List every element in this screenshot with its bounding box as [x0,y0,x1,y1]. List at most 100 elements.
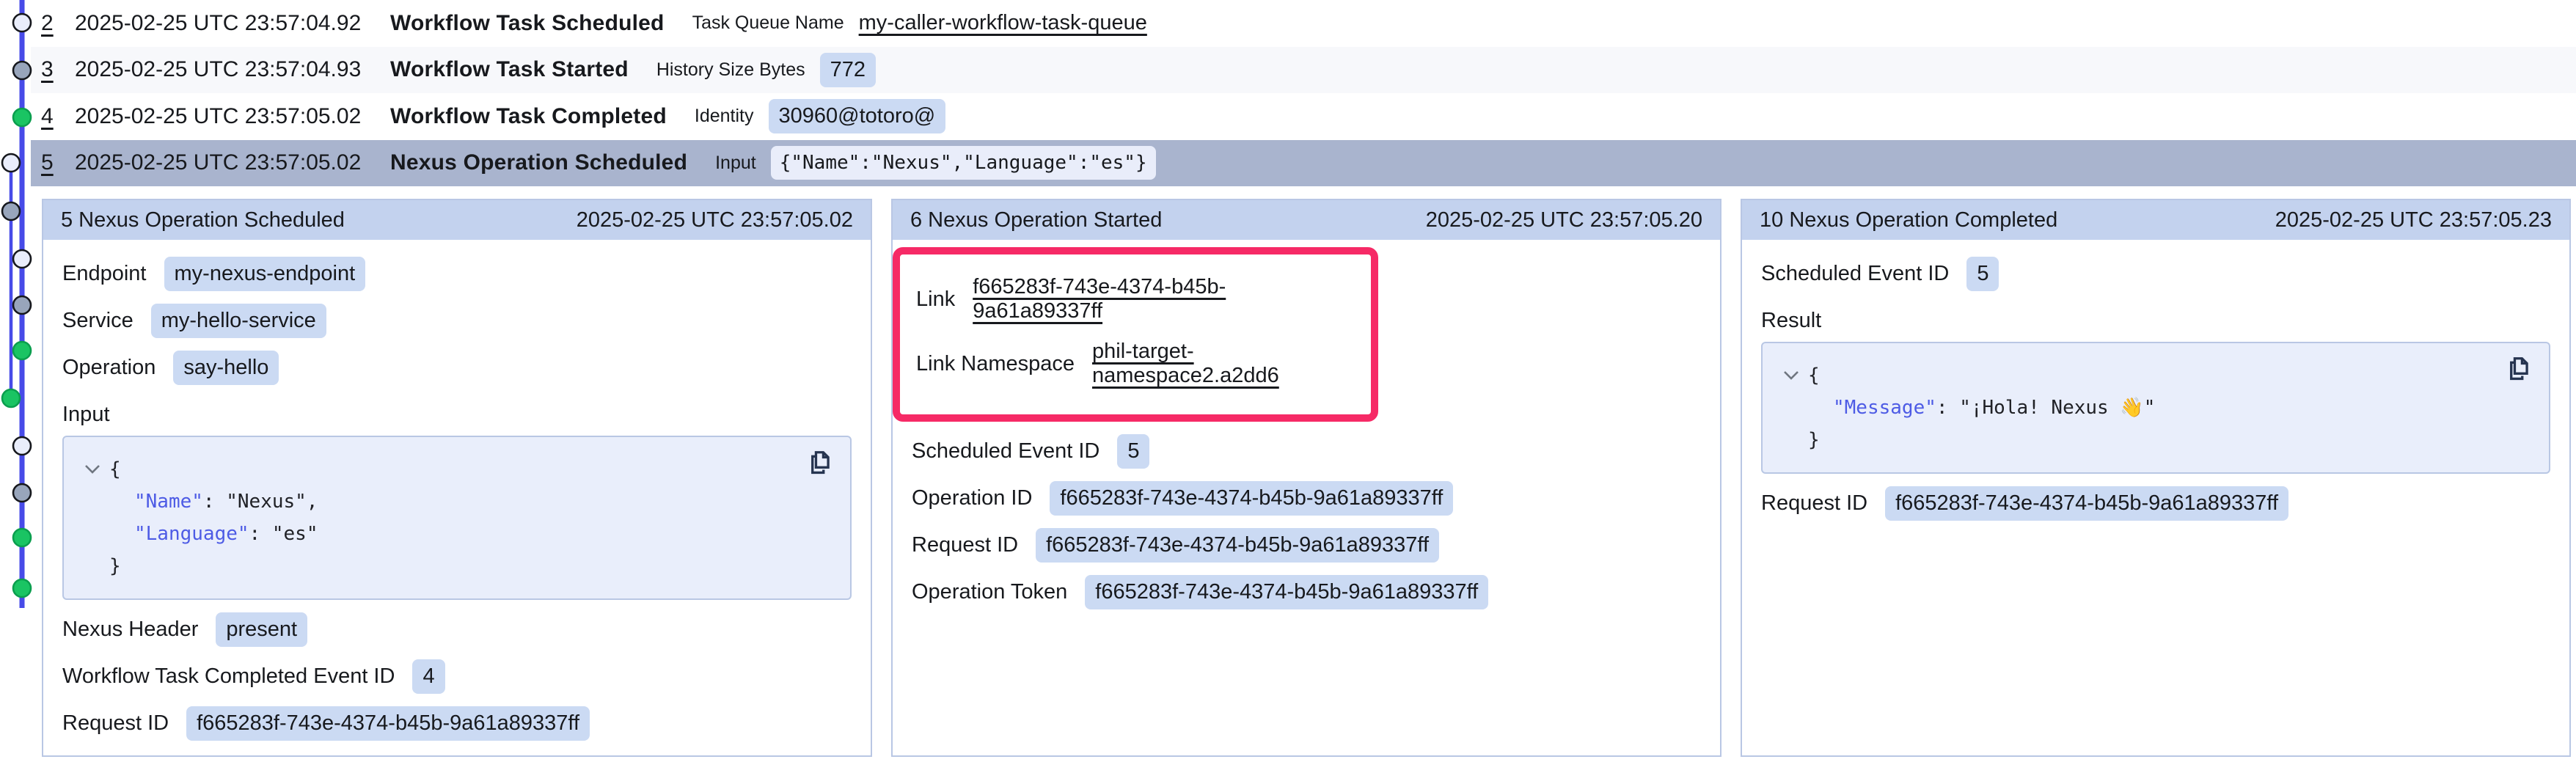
event-dot-green[interactable] [13,109,31,126]
event-dot-gray[interactable] [13,296,31,314]
event-dot-gray[interactable] [2,202,20,220]
field-row: Link f665283f-743e-4374-b45b-9a61a89337f… [916,275,1352,323]
field-label: Result [1761,309,1821,333]
field-row: Endpoint my-nexus-endpoint [62,257,852,291]
field-row: Nexus Header present [62,612,852,647]
event-detail-label: Identity [695,106,754,127]
chevron-down-icon[interactable] [83,463,102,476]
chevron-down-icon[interactable] [1782,369,1801,382]
json-brace: } [109,550,121,582]
event-timestamp: 2025-02-25 UTC 23:57:05.02 [75,104,390,129]
field-label: Operation [62,356,155,380]
event-dot-green[interactable] [13,342,31,359]
nexus-link[interactable]: f665283f-743e-4374-b45b-9a61a89337ff [973,275,1352,323]
link-namespace-link[interactable]: phil-target-namespace2.a2dd6 [1092,340,1352,388]
event-row-selected[interactable]: 5 2025-02-25 UTC 23:57:05.02 Nexus Opera… [31,140,2576,187]
panel-timestamp: 2025-02-25 UTC 23:57:05.02 [577,208,853,232]
event-detail-value-badge: 772 [820,53,876,87]
field-value-badge: 5 [1117,434,1149,469]
task-queue-link[interactable]: my-caller-workflow-task-queue [859,11,1147,35]
field-row: Operation say-hello [62,351,852,385]
event-row[interactable]: 2 2025-02-25 UTC 23:57:04.92 Workflow Ta… [31,0,2576,47]
field-row: Input [62,398,852,431]
panel-nexus-operation-scheduled: 5 Nexus Operation Scheduled 2025-02-25 U… [42,199,872,757]
copy-icon[interactable] [806,449,834,487]
panel-body: Scheduled Event ID 5 Result { "Message":… [1742,240,2569,755]
json-viewer-input: { "Name": "Nexus", "Language": "es" } [62,436,852,600]
field-value-badge: f665283f-743e-4374-b45b-9a61a89337ff [186,706,590,741]
field-value-badge: f665283f-743e-4374-b45b-9a61a89337ff [1036,528,1439,563]
field-row: Operation Token f665283f-743e-4374-b45b-… [912,575,1701,609]
json-value: "Nexus", [226,486,318,518]
field-label: Link [916,287,955,312]
event-id-link[interactable]: 5 [41,150,75,175]
json-brace: } [1808,424,1820,456]
event-type: Workflow Task Scheduled [390,11,665,36]
event-history-timeline[interactable] [0,0,34,773]
json-sep: : [203,486,226,518]
event-type: Workflow Task Completed [390,104,667,129]
field-row: Scheduled Event ID 5 [1761,257,2550,291]
event-dot-gray[interactable] [13,484,31,502]
event-dot-green[interactable] [13,529,31,546]
json-key: "Name" [134,486,203,518]
panel-title: 5 Nexus Operation Scheduled [61,208,345,232]
event-id-link[interactable]: 4 [41,104,75,129]
event-history-list: 2 2025-02-25 UTC 23:57:04.92 Workflow Ta… [31,0,2576,186]
event-detail-value-badge: 30960@totoro@ [769,99,946,133]
event-dot-white[interactable] [2,154,20,172]
event-row[interactable]: 4 2025-02-25 UTC 23:57:05.02 Workflow Ta… [31,93,2576,140]
panel-nexus-operation-completed: 10 Nexus Operation Completed 2025-02-25 … [1741,199,2571,757]
field-value-badge: 5 [1966,257,1999,291]
json-line: { [83,453,831,486]
field-row: Scheduled Event ID 5 [912,434,1701,469]
event-dot-green[interactable] [13,579,31,597]
panel-body: Endpoint my-nexus-endpoint Service my-he… [43,240,871,757]
field-value-badge: f665283f-743e-4374-b45b-9a61a89337ff [1050,481,1453,516]
field-value-badge: my-nexus-endpoint [164,257,366,291]
field-label: Request ID [62,711,169,736]
field-value-badge: present [216,612,307,647]
panel-title: 10 Nexus Operation Completed [1760,208,2057,232]
field-value-badge: f665283f-743e-4374-b45b-9a61a89337ff [1085,575,1488,609]
event-id-link[interactable]: 3 [41,57,75,82]
copy-icon[interactable] [2505,355,2533,393]
event-dot-white[interactable] [13,437,31,455]
json-line: { [1782,359,2530,392]
json-viewer-result: { "Message": "¡Hola! Nexus 👋" } [1761,342,2550,474]
event-dot-green[interactable] [2,389,20,407]
event-dot-white[interactable] [13,14,31,32]
field-label: Workflow Task Completed Event ID [62,664,395,689]
panel-timestamp: 2025-02-25 UTC 23:57:05.23 [2275,208,2552,232]
json-value: "¡Hola! Nexus 👋" [1959,392,2155,424]
event-group-detail-panels: 5 Nexus Operation Scheduled 2025-02-25 U… [42,199,2571,757]
event-detail-label: History Size Bytes [656,59,805,81]
json-key: "Language" [134,518,249,550]
field-label: Nexus Header [62,618,198,642]
field-row: Request ID f665283f-743e-4374-b45b-9a61a… [912,528,1701,563]
field-label: Request ID [1761,491,1867,516]
field-label: Link Namespace [916,352,1075,376]
event-timestamp: 2025-02-25 UTC 23:57:05.02 [75,150,390,175]
field-row: Request ID f665283f-743e-4374-b45b-9a61a… [1761,486,2550,521]
field-row: Service my-hello-service [62,304,852,338]
field-label: Scheduled Event ID [912,439,1099,464]
field-value-badge: 4 [412,659,444,694]
event-detail-label: Task Queue Name [692,12,844,34]
event-dot-white[interactable] [13,250,31,268]
event-input-code-badge: {"Name":"Nexus","Language":"es"} [771,146,1156,180]
event-dot-gray[interactable] [13,62,31,79]
field-label: Operation Token [912,580,1067,604]
event-row[interactable]: 3 2025-02-25 UTC 23:57:04.93 Workflow Ta… [31,47,2576,94]
highlight-annotation-box: Link f665283f-743e-4374-b45b-9a61a89337f… [893,247,1378,422]
field-value-badge: say-hello [173,351,279,385]
json-sep: : [249,518,272,550]
field-value-badge: my-hello-service [151,304,326,338]
panel-timestamp: 2025-02-25 UTC 23:57:05.20 [1426,208,1702,232]
field-label: Input [62,403,110,427]
field-row: Endpoint ID 3c0c75ccfa8144b092c13ce63246… [62,753,852,757]
json-brace: { [109,453,121,486]
panel-nexus-operation-started: 6 Nexus Operation Started 2025-02-25 UTC… [891,199,1721,757]
field-label: Operation ID [912,486,1032,510]
event-id-link[interactable]: 2 [41,11,75,36]
